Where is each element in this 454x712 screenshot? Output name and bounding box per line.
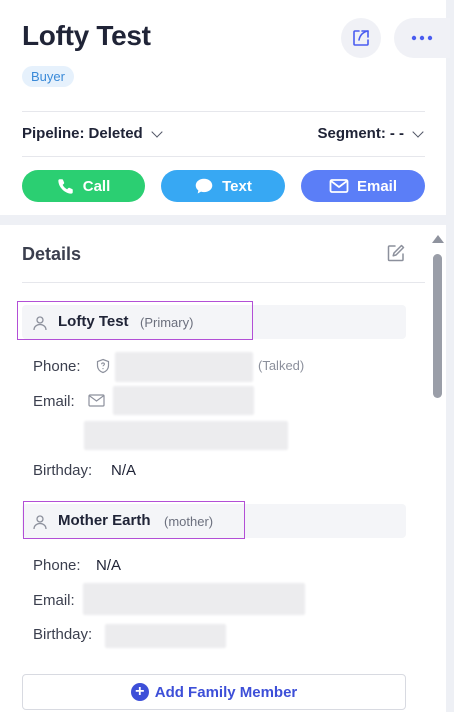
- call-button[interactable]: Call: [22, 170, 145, 202]
- divider: [22, 282, 425, 283]
- divider: [22, 156, 425, 157]
- email-button-label: Email: [356, 177, 398, 195]
- segment-label: Segment:: [317, 125, 386, 142]
- share-button[interactable]: [341, 18, 381, 58]
- contact-name: Lofty Test: [22, 20, 151, 51]
- birthday-value-redacted: [105, 624, 226, 648]
- email-value-redacted: [113, 386, 254, 415]
- phone-label: Phone:: [33, 358, 81, 375]
- add-family-member-button[interactable]: + Add Family Member: [22, 674, 406, 710]
- contact-type-badge: Buyer: [22, 66, 74, 87]
- segment-dropdown[interactable]: Segment: - -: [317, 125, 426, 142]
- more-options-button[interactable]: [394, 18, 450, 58]
- email-label: Email:: [33, 592, 75, 609]
- add-family-member-label: Add Family Member: [154, 683, 298, 701]
- edit-details-button[interactable]: [386, 243, 406, 263]
- call-button-label: Call: [82, 177, 111, 195]
- person-icon: [33, 515, 47, 530]
- phone-value: N/A: [96, 557, 122, 574]
- segment-value: - -: [389, 125, 404, 142]
- edit-icon: [387, 244, 405, 262]
- primary-member-highlight: [17, 301, 253, 340]
- email-label: Email:: [33, 393, 75, 410]
- chevron-down-icon: [412, 125, 424, 138]
- email-button[interactable]: Email: [301, 170, 425, 202]
- pipeline-value: Deleted: [88, 125, 143, 142]
- chevron-down-icon: [151, 125, 163, 138]
- scrollbar-thumb[interactable]: [433, 254, 442, 398]
- scroll-up-arrow[interactable]: [432, 235, 444, 243]
- details-title: Details: [22, 244, 82, 264]
- more-dots-icon: [411, 35, 433, 41]
- plus-circle-icon: +: [130, 683, 149, 701]
- birthday-value: N/A: [111, 462, 137, 479]
- email-value-redacted-2: [84, 421, 288, 450]
- primary-member-name[interactable]: Lofty Test: [58, 313, 129, 330]
- family-member-role: (mother): [164, 514, 214, 529]
- family-member-name[interactable]: Mother Earth: [58, 512, 151, 529]
- shield-question-icon: [96, 358, 110, 374]
- panel-right-edge: [446, 0, 454, 712]
- pipeline-dropdown[interactable]: Pipeline: Deleted: [22, 125, 165, 142]
- divider: [22, 111, 425, 112]
- text-button-label: Text: [222, 177, 252, 195]
- primary-member-role: (Primary): [140, 315, 194, 330]
- birthday-label: Birthday:: [33, 462, 93, 479]
- section-separator: [0, 215, 446, 225]
- pipeline-label: Pipeline:: [22, 125, 85, 142]
- chat-bubble-icon: [195, 178, 213, 194]
- email-value-redacted: [83, 583, 305, 615]
- phone-label: Phone:: [33, 557, 81, 574]
- person-icon: [33, 316, 47, 331]
- birthday-label: Birthday:: [33, 626, 93, 643]
- phone-value-redacted: [115, 352, 253, 382]
- phone-icon: [58, 179, 73, 194]
- envelope-icon: [88, 394, 105, 407]
- envelope-icon: [329, 179, 349, 193]
- text-button[interactable]: Text: [161, 170, 285, 202]
- share-icon: [353, 30, 369, 46]
- phone-status: (Talked): [258, 358, 305, 373]
